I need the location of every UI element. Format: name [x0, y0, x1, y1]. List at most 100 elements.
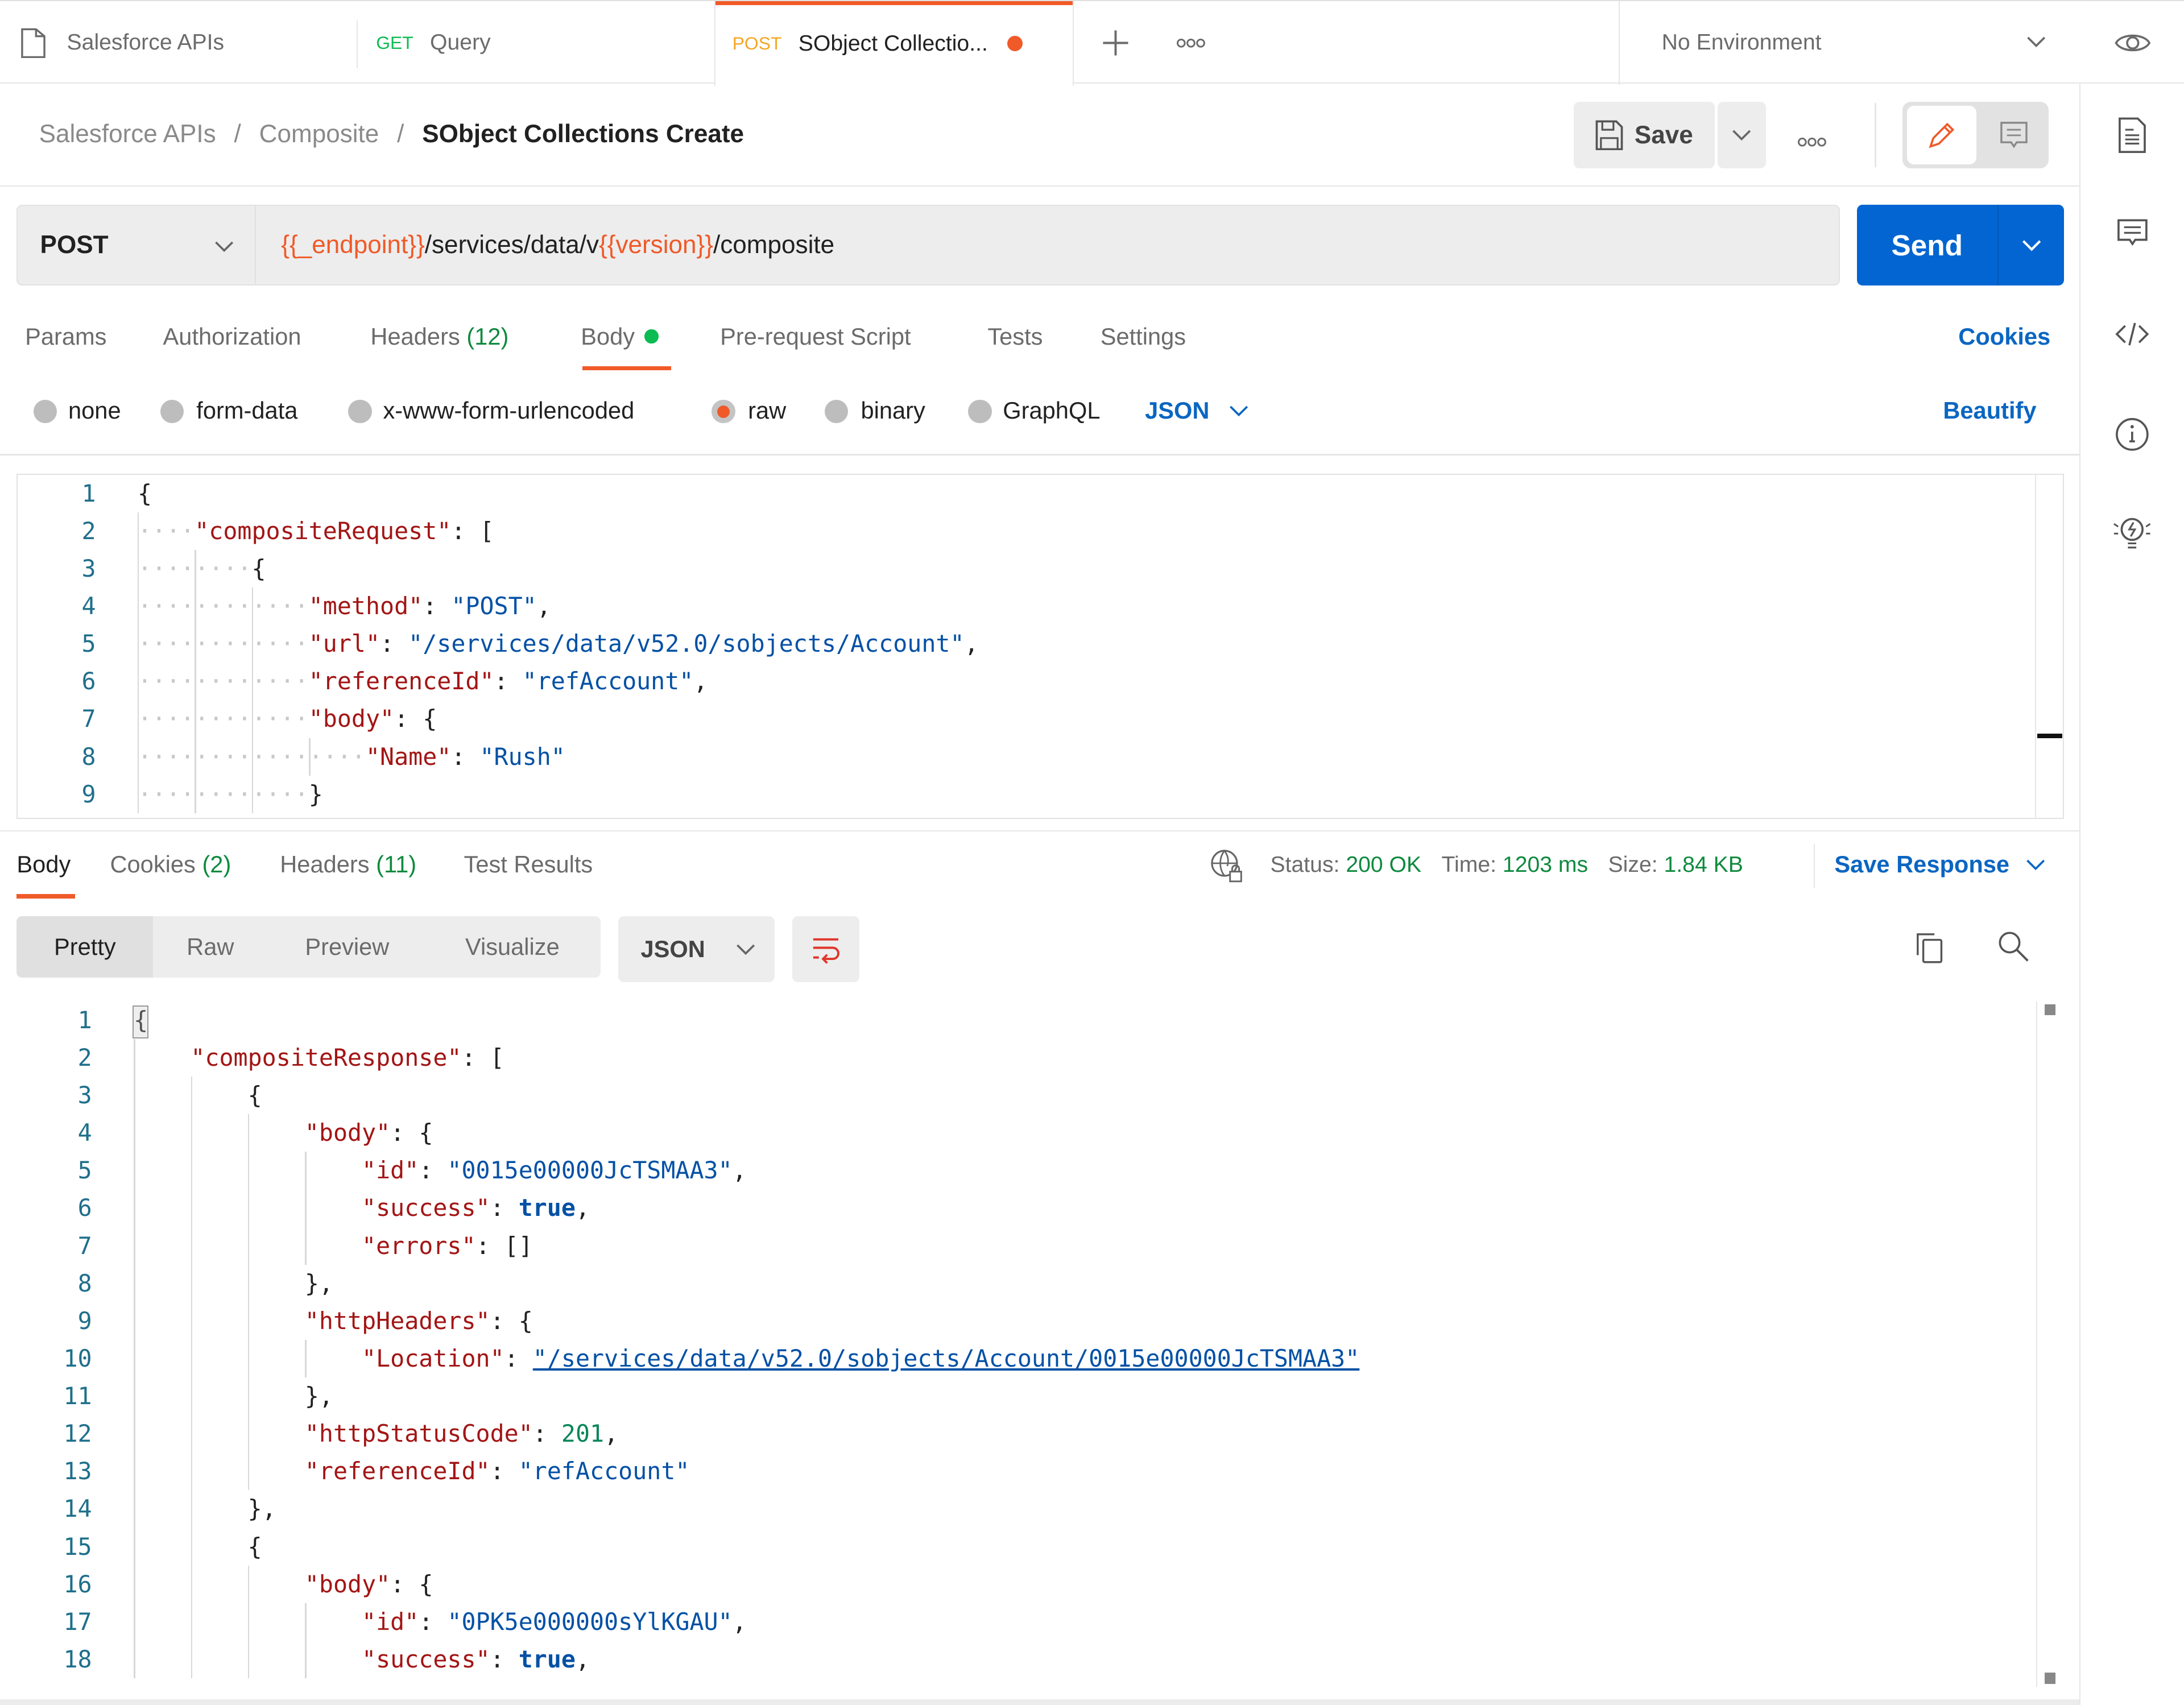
indent-guide — [191, 1565, 192, 1603]
network-info-button[interactable] — [1209, 848, 1248, 887]
tab-headers[interactable]: Headers (12) — [370, 323, 508, 350]
url-input[interactable]: {{_endpoint}}/services/data/v{{version}}… — [281, 206, 834, 284]
response-scrollbar[interactable] — [2036, 1001, 2065, 1687]
radio-form-data[interactable] — [160, 399, 184, 424]
comments-button[interactable] — [2111, 212, 2153, 253]
editor-scrollbar[interactable] — [2034, 474, 2063, 818]
radio-binary[interactable] — [824, 399, 849, 424]
documentation-button[interactable] — [2111, 114, 2153, 156]
collection-icon — [21, 28, 46, 58]
view-visualize-button[interactable]: Visualize — [465, 916, 560, 978]
more-icon — [1176, 38, 1205, 48]
indent-guide — [134, 1565, 135, 1603]
tab-params[interactable]: Params — [25, 323, 106, 350]
response-body-viewer[interactable]: 1{2 "compositeResponse": [3 {4 "body": {… — [0, 1001, 2079, 1687]
json-punctuation: , — [732, 1607, 747, 1636]
tab-settings[interactable]: Settings — [1101, 323, 1186, 350]
copy-button[interactable] — [1912, 929, 1951, 968]
url-variable: {{_endpoint}} — [281, 231, 425, 259]
url-link[interactable]: "/services/data/v52.0/sobjects/Account/0… — [533, 1344, 1360, 1372]
size-label: Size: — [1608, 852, 1658, 877]
method-badge: GET — [376, 32, 413, 53]
chevron-down-icon — [1732, 130, 1751, 141]
more-icon — [1798, 137, 1827, 147]
breadcrumb-item-folder[interactable]: Composite — [259, 120, 379, 148]
body-format-select[interactable]: JSON — [1145, 397, 1248, 424]
response-tab-headers[interactable]: Headers (11) — [280, 851, 416, 878]
indent-guide — [251, 587, 254, 626]
send-options-button[interactable] — [1999, 205, 2064, 285]
json-punctuation: : — [504, 1344, 533, 1372]
radio-none[interactable] — [33, 399, 57, 424]
tab-tests[interactable]: Tests — [987, 323, 1043, 350]
active-tab-indicator — [16, 894, 76, 899]
tab-sobject-collections[interactable]: POST SObject Collectio... — [714, 1, 1074, 86]
more-actions-button[interactable] — [1797, 128, 1838, 147]
radio-raw[interactable] — [712, 399, 736, 424]
tab-options-button[interactable] — [1170, 1, 1211, 85]
divider — [0, 830, 2080, 832]
radio-graphql[interactable] — [968, 399, 992, 424]
status-value[interactable]: 200 OK — [1346, 852, 1421, 877]
method-select[interactable]: POST — [18, 206, 257, 284]
code-line: "httpStatusCode": 201, — [134, 1415, 618, 1452]
save-response-button[interactable]: Save Response — [1834, 851, 2045, 878]
chevron-down-icon — [214, 241, 233, 252]
indent-guide — [137, 549, 139, 587]
info-button[interactable] — [2111, 413, 2153, 455]
response-format-select[interactable]: JSON — [618, 916, 775, 982]
indent-guide — [134, 1038, 135, 1077]
request-body-editor[interactable]: 1 {2 ····"compositeRequest": [3 ········{4 ·… — [16, 473, 2065, 819]
json-key: "body" — [304, 1119, 391, 1147]
response-tab-cookies[interactable]: Cookies (2) — [110, 851, 231, 878]
code-snippet-button[interactable] — [2111, 313, 2153, 355]
related-collections-button[interactable] — [2111, 512, 2153, 554]
indent-guide — [134, 1490, 135, 1528]
json-punctuation: , — [536, 592, 551, 620]
tab-body[interactable]: Body — [581, 323, 659, 350]
tab-collection[interactable]: Salesforce APIs — [19, 1, 354, 85]
page-title[interactable]: SObject Collections Create — [422, 120, 744, 148]
save-options-button[interactable] — [1717, 101, 1767, 169]
json-punctuation: , — [575, 1645, 590, 1673]
breadcrumb-item-collection[interactable]: Salesforce APIs — [39, 120, 216, 148]
cookies-link[interactable]: Cookies — [1958, 323, 2050, 350]
json-punctuation: }, — [247, 1495, 276, 1523]
indent-guide — [195, 549, 196, 587]
tab-query[interactable]: GET Query — [376, 1, 710, 85]
view-raw-button[interactable]: Raw — [187, 916, 234, 978]
indent-guide — [191, 1452, 192, 1491]
tab-prerequest-script[interactable]: Pre-request Script — [720, 323, 911, 350]
scrollbar-thumb[interactable] — [2037, 734, 2063, 738]
search-button[interactable] — [1996, 929, 2035, 968]
wrap-lines-icon — [813, 938, 840, 964]
response-tab-body[interactable]: Body — [16, 851, 71, 878]
json-punctuation: } — [308, 780, 323, 808]
radio-urlencoded[interactable] — [348, 399, 372, 424]
json-key: "Location" — [362, 1344, 504, 1372]
send-button[interactable]: Send — [1857, 205, 1997, 285]
scroll-up-arrow[interactable] — [2044, 1004, 2056, 1016]
time-value[interactable]: 1203 ms — [1503, 852, 1588, 877]
indent-guide — [137, 738, 139, 776]
json-punctuation: : [] — [475, 1231, 533, 1260]
wrap-lines-button[interactable] — [792, 916, 860, 982]
view-pretty-button[interactable]: Pretty — [16, 916, 154, 978]
scroll-down-arrow[interactable] — [2044, 1673, 2056, 1684]
code-line: }, — [134, 1265, 333, 1302]
comment-mode-button[interactable] — [1983, 106, 2045, 164]
beautify-button[interactable]: Beautify — [1943, 397, 2036, 424]
size-value[interactable]: 1.84 KB — [1664, 852, 1743, 877]
environment-quick-look-button[interactable] — [2109, 1, 2156, 85]
new-tab-button[interactable] — [1095, 1, 1136, 85]
response-tab-test-results[interactable]: Test Results — [464, 851, 593, 878]
chevron-down-icon — [1229, 405, 1248, 416]
whitespace-marker: ············ — [137, 592, 309, 620]
view-preview-button[interactable]: Preview — [305, 916, 389, 978]
edit-mode-button[interactable] — [1906, 106, 1977, 164]
save-button[interactable]: Save — [1574, 101, 1715, 169]
indent-guide — [195, 700, 196, 738]
environment-select[interactable]: No Environment — [1620, 1, 2066, 85]
tab-label: Headers — [280, 851, 370, 878]
tab-authorization[interactable]: Authorization — [163, 323, 301, 350]
